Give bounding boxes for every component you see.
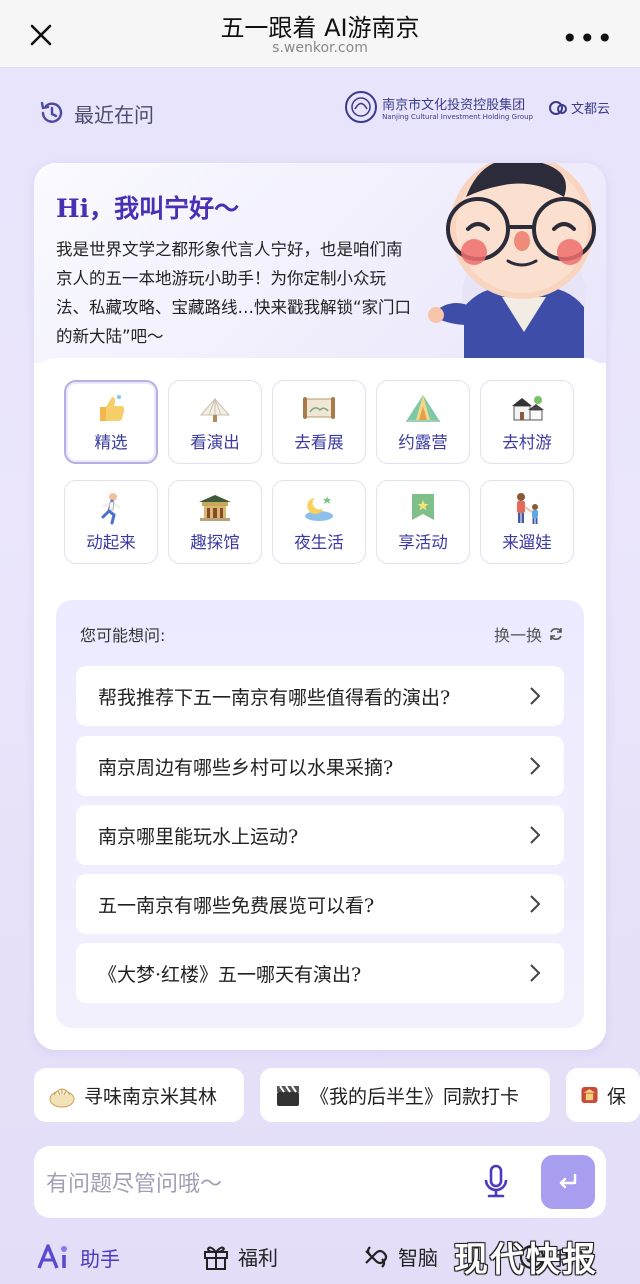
refresh-label: 换一换 bbox=[493, 626, 542, 645]
runner-icon bbox=[91, 491, 131, 525]
tent-icon bbox=[403, 391, 443, 425]
tab-label: 助手 bbox=[80, 1246, 120, 1271]
category-nightlife[interactable]: 夜生活 bbox=[272, 480, 366, 564]
topic-chip[interactable]: 寻味南京米其林 bbox=[34, 1068, 244, 1122]
chevron-right-icon bbox=[530, 826, 541, 844]
cloud-name: 文都云 bbox=[570, 101, 610, 117]
intro-text: 我是世界文学之都形象代言人宁好，也是咱们南京人的五一本地游玩小助手！为你定制小众… bbox=[56, 240, 412, 346]
question-text: 南京周边有哪些乡村可以水果采摘? bbox=[98, 756, 394, 779]
page-domain: s.wenkor.com bbox=[272, 40, 368, 56]
chevron-right-icon bbox=[530, 964, 541, 982]
category-label: 享活动 bbox=[398, 533, 448, 552]
category-camping[interactable]: 约露营 bbox=[376, 380, 470, 464]
tab-label: 智脑 bbox=[398, 1246, 438, 1270]
enter-icon bbox=[559, 1173, 577, 1189]
chip-label: 保 bbox=[606, 1085, 626, 1108]
category-events[interactable]: 享活动 bbox=[376, 480, 470, 564]
assistant-card: Hi，我叫宁好～ 我是世界文学之都形象代言人宁好，也是咱们南京人的五一本地游玩小… bbox=[34, 163, 606, 1050]
category-grid: 精选 看演出 去看展 约露营 去村游 动起来 趣探馆 夜生活 享活动 来遛娃 bbox=[64, 380, 578, 564]
cloud-icon bbox=[548, 101, 567, 115]
send-button[interactable] bbox=[541, 1155, 595, 1209]
greeting-title: Hi，我叫宁好～ bbox=[56, 194, 240, 223]
moon-icon bbox=[299, 491, 339, 525]
browser-topbar: 五一跟着 AI游南京 s.wenkor.com ••• bbox=[0, 0, 640, 68]
chevron-right-icon bbox=[530, 757, 541, 775]
topic-chip[interactable]: 《我的后半生》同款打卡 bbox=[260, 1068, 550, 1122]
category-label: 去看展 bbox=[294, 433, 344, 452]
question-text: 《大梦·红楼》五一哪天有演出? bbox=[98, 963, 362, 986]
category-museums[interactable]: 趣探馆 bbox=[168, 480, 262, 564]
topic-chip[interactable]: 保 bbox=[566, 1068, 640, 1122]
ai-icon bbox=[37, 1244, 67, 1269]
question-text: 五一南京有哪些免费展览可以看? bbox=[98, 894, 375, 917]
flag-icon bbox=[403, 491, 443, 525]
more-menu-button[interactable]: ••• bbox=[561, 22, 614, 55]
page-title: 五一跟着 AI游南京 bbox=[220, 14, 420, 42]
category-village[interactable]: 去村游 bbox=[480, 380, 574, 464]
suggestions-title: 您可能想问: bbox=[80, 626, 166, 645]
chip-label: 《我的后半生》同款打卡 bbox=[310, 1085, 520, 1108]
question-text: 南京哪里能玩水上运动? bbox=[98, 825, 299, 848]
gift-icon bbox=[204, 1246, 228, 1270]
chip-label: 寻味南京米其林 bbox=[84, 1085, 218, 1108]
category-shows[interactable]: 看演出 bbox=[168, 380, 262, 464]
category-exhibits[interactable]: 去看展 bbox=[272, 380, 366, 464]
brand-name-cn: 南京市文化投资控股集团 bbox=[382, 97, 526, 113]
news-watermark: 现代快报 bbox=[454, 1240, 598, 1280]
mascot-illustration bbox=[428, 163, 596, 362]
dumpling-icon bbox=[49, 1088, 75, 1108]
tab-assistant[interactable]: 助手 bbox=[36, 1242, 120, 1272]
recent-questions-label: 最近在问 bbox=[74, 102, 154, 127]
category-featured[interactable]: 精选 bbox=[64, 380, 158, 464]
tab-benefits[interactable]: 福利 bbox=[202, 1242, 278, 1271]
chevron-right-icon bbox=[530, 687, 541, 705]
suggested-question[interactable]: 五一南京有哪些免费展览可以看? bbox=[76, 874, 564, 934]
recent-questions-button[interactable]: 最近在问 bbox=[38, 96, 154, 130]
category-label: 趣探馆 bbox=[190, 533, 240, 552]
microphone-icon[interactable] bbox=[481, 1164, 511, 1200]
card-body: 精选 看演出 去看展 约露营 去村游 动起来 趣探馆 夜生活 享活动 来遛娃 您… bbox=[34, 358, 606, 1050]
category-label: 夜生活 bbox=[294, 533, 344, 552]
suggested-questions-panel: 您可能想问: 换一换 帮我推荐下五一南京有哪些值得看的演出? 南京周边有哪些乡村… bbox=[56, 600, 584, 1028]
gate-icon bbox=[581, 1086, 598, 1104]
category-label: 动起来 bbox=[86, 533, 136, 552]
brand-name-en: Nanjing Cultural Investment Holding Grou… bbox=[382, 112, 533, 121]
category-label: 精选 bbox=[94, 433, 128, 452]
tab-label: 福利 bbox=[238, 1246, 278, 1270]
museum-icon bbox=[195, 491, 235, 525]
chat-input-bar: 有问题尽管问哦～ bbox=[34, 1146, 606, 1218]
fan-icon bbox=[195, 391, 235, 425]
category-label: 去村游 bbox=[502, 433, 552, 452]
history-icon bbox=[40, 101, 63, 123]
category-kids[interactable]: 来遛娃 bbox=[480, 480, 574, 564]
brand-logos: 南京市文化投资控股集团 Nanjing Cultural Investment … bbox=[344, 90, 610, 124]
clapperboard-icon bbox=[277, 1085, 299, 1106]
brain-icon bbox=[365, 1245, 388, 1268]
group-seal-logo bbox=[345, 91, 378, 123]
refresh-suggestions-button[interactable]: 换一换 bbox=[494, 622, 564, 646]
thumbs-up-icon bbox=[91, 391, 131, 425]
chevron-right-icon bbox=[530, 895, 541, 913]
scroll-icon bbox=[299, 391, 339, 425]
family-icon bbox=[507, 491, 547, 525]
chat-input[interactable]: 有问题尽管问哦～ bbox=[46, 1166, 222, 1198]
category-label: 看演出 bbox=[190, 433, 240, 452]
tab-brain[interactable]: 智脑 bbox=[362, 1242, 438, 1271]
refresh-icon bbox=[550, 628, 562, 640]
village-icon bbox=[507, 391, 547, 425]
suggested-question[interactable]: 南京周边有哪些乡村可以水果采摘? bbox=[76, 736, 564, 796]
suggested-question[interactable]: 帮我推荐下五一南京有哪些值得看的演出? bbox=[76, 666, 564, 726]
suggested-question[interactable]: 南京哪里能玩水上运动? bbox=[76, 805, 564, 865]
question-text: 帮我推荐下五一南京有哪些值得看的演出? bbox=[98, 686, 451, 709]
cloud-logo: 文都云 bbox=[547, 97, 610, 117]
quick-topic-chips: 寻味南京米其林 《我的后半生》同款打卡 保 bbox=[34, 1068, 640, 1124]
category-label: 来遛娃 bbox=[502, 533, 552, 552]
category-label: 约露营 bbox=[398, 433, 448, 452]
category-sports[interactable]: 动起来 bbox=[64, 480, 158, 564]
intro-header: Hi，我叫宁好～ 我是世界文学之都形象代言人宁好，也是咱们南京人的五一本地游玩小… bbox=[34, 163, 606, 363]
suggested-question[interactable]: 《大梦·红楼》五一哪天有演出? bbox=[76, 943, 564, 1003]
